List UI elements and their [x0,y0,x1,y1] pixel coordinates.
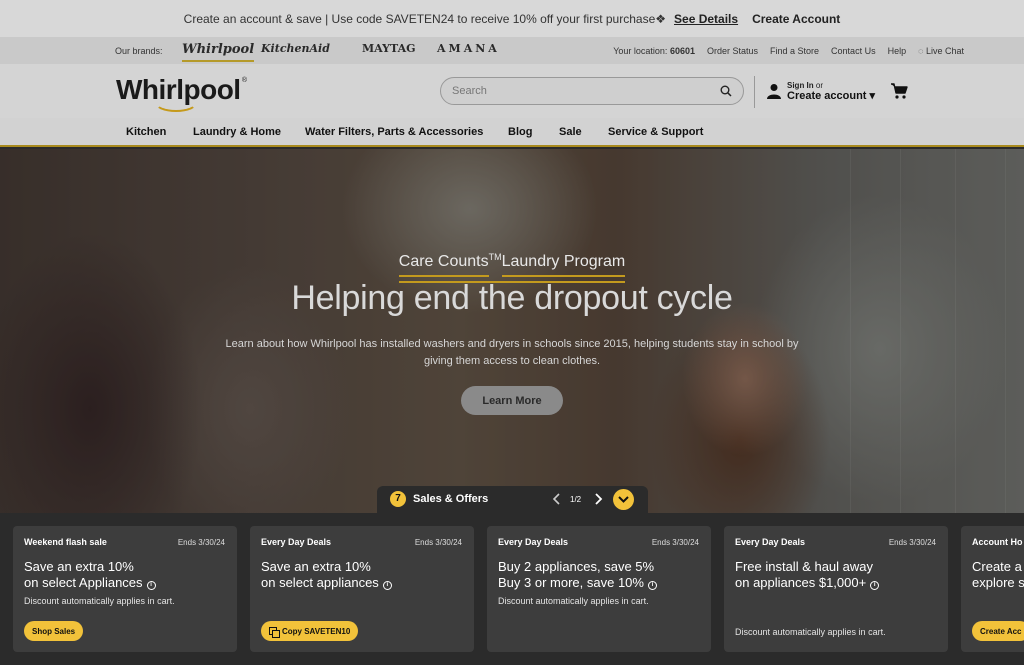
brand-kitchenaid[interactable]: KitchenAid [261,42,330,55]
shop-sales-button[interactable]: Shop Sales [24,621,84,641]
create-account-offer-button[interactable]: Create Acc [972,621,1024,641]
location[interactable]: Your location: 60601 [613,46,695,56]
nav-service-support[interactable]: Service & Support [608,126,703,138]
offer-card-partial: Account Ho Create a explore s Create Acc [961,526,1024,652]
sign-in-link[interactable]: Sign In [787,81,814,90]
learn-more-button[interactable]: Learn More [461,386,563,415]
info-icon[interactable]: i [146,581,156,590]
hero-description: Learn about how Whirlpool has installed … [225,338,799,367]
user-icon [767,84,781,99]
main-nav: Kitchen Laundry & Home Water Filters, Pa… [0,118,1024,147]
chat-icon: ◌ [918,46,924,56]
promo-bar: Create an account & save | Use code SAVE… [0,0,1024,37]
live-chat-link[interactable]: ◌ Live Chat [918,46,964,56]
header-divider [754,76,755,108]
copy-icon [269,626,280,638]
brands-bar: Our brands: Whirlpool KitchenAid MAYTAG … [0,37,1024,64]
collapse-offers-button[interactable] [613,489,634,510]
nav-water-filters[interactable]: Water Filters, Parts & Accessories [305,126,483,138]
find-store-link[interactable]: Find a Store [770,46,819,56]
help-link[interactable]: Help [888,46,907,56]
chevron-down-icon [618,496,629,503]
offers-title: Sales & Offers [413,493,489,505]
chevron-left-icon[interactable] [551,492,563,506]
cart-icon[interactable] [890,82,908,100]
search-box [440,77,744,105]
nav-laundry-home[interactable]: Laundry & Home [193,126,281,138]
copy-code-button[interactable]: Copy SAVETEN10 [261,621,359,641]
hero-banner: Care CountsTM Laundry Program Helping en… [0,149,1024,513]
site-header: Whirlpool ® Sign In or Create account ▾ [0,64,1024,118]
contact-link[interactable]: Contact Us [831,46,876,56]
offers-carousel: Weekend flash sale Ends 3/30/24 Save an … [0,513,1024,665]
offer-card: Every Day Deals Ends 3/30/24 Save an ext… [250,526,474,652]
utility-links: Your location: 60601 Order Status Find a… [613,46,964,56]
offer-card: Every Day Deals Ends 3/30/24 Free instal… [724,526,948,652]
brands-label: Our brands: [115,46,163,56]
info-icon[interactable]: i [647,581,657,590]
nav-blog[interactable]: Blog [508,126,532,138]
hero-overlay [0,149,1024,513]
chevron-right-icon[interactable] [592,492,604,506]
create-account-dropdown[interactable]: Create account ▾ [787,91,875,102]
offer-card: Weekend flash sale Ends 3/30/24 Save an … [13,526,237,652]
info-icon[interactable]: i [382,581,392,590]
search-input[interactable] [441,78,701,104]
brand-whirlpool[interactable]: Whirlpool [182,42,255,62]
logo-swoosh-icon [154,92,198,112]
offers-count-badge: 7 [390,491,406,507]
nav-sale[interactable]: Sale [559,126,582,138]
account-menu[interactable]: Sign In or Create account ▾ [766,80,875,102]
search-icon[interactable] [720,85,732,97]
see-details-link[interactable]: See Details [674,12,738,26]
promo-message: Create an account & save | Use code SAVE… [183,11,667,26]
whirlpool-logo[interactable]: Whirlpool ® [116,74,247,112]
sales-offers-tab: 7 Sales & Offers 1/2 [377,486,648,513]
hero-headline: Helping end the dropout cycle [291,279,733,317]
create-account-link[interactable]: Create Account [752,12,840,26]
nav-kitchen[interactable]: Kitchen [126,126,166,138]
offers-pager: 1/2 [570,495,582,504]
order-status-link[interactable]: Order Status [707,46,758,56]
brand-amana[interactable]: AMANA [437,42,500,55]
offer-card: Every Day Deals Ends 3/30/24 Buy 2 appli… [487,526,711,652]
info-icon[interactable]: i [870,581,880,590]
brand-maytag[interactable]: MAYTAG [362,42,416,55]
